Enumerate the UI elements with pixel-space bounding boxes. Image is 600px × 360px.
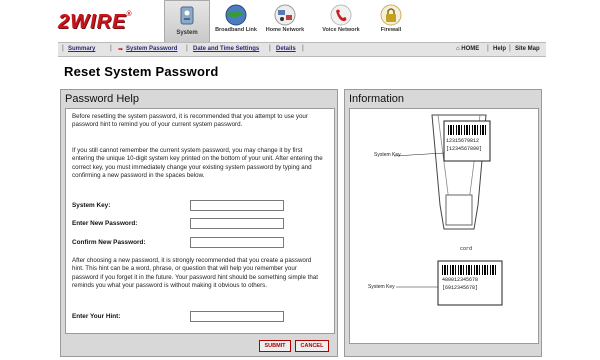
- system-icon: [180, 6, 194, 25]
- system-key-callout-top: System Key: [374, 152, 401, 158]
- tab-voice-network[interactable]: Voice Network: [318, 0, 364, 42]
- serial-top: 12315679812: [446, 138, 480, 144]
- tab-system-label: System: [176, 30, 198, 36]
- information-title: Information: [349, 93, 405, 105]
- logo-text: 2WIRE: [58, 11, 127, 33]
- subnav-separator: |: [110, 45, 112, 52]
- help-link[interactable]: Help: [493, 46, 506, 52]
- cancel-button[interactable]: CANCEL: [295, 340, 329, 352]
- subnav-separator: |: [487, 45, 489, 52]
- home-network-icon: [274, 4, 296, 26]
- system-key-bottom: [6912345678]: [442, 285, 479, 291]
- globe-icon: [225, 4, 247, 26]
- password-help-title: Password Help: [65, 93, 139, 105]
- tab-firewall[interactable]: Firewall: [368, 0, 414, 42]
- information-panel: Information 12315679812 [1234567890] Sys…: [344, 89, 542, 357]
- tab-firewall-label: Firewall: [380, 27, 402, 33]
- subnav-separator: |: [269, 45, 271, 52]
- tab-home-network-label: Home Network: [265, 27, 305, 33]
- subnav-date-time-settings[interactable]: Date and Time Settings: [193, 46, 259, 52]
- lock-icon: [380, 4, 402, 26]
- hint-label: Enter Your Hint:: [72, 313, 121, 320]
- password-help-panel: Password Help Before resetting the syste…: [60, 89, 338, 357]
- home-link[interactable]: ⌂ HOME: [456, 46, 479, 52]
- subnav-separator: |: [509, 45, 511, 52]
- phone-icon: [330, 4, 352, 26]
- new-password-input[interactable]: [190, 218, 284, 229]
- cord-label: cord: [460, 246, 473, 252]
- subnav-details[interactable]: Details: [276, 46, 296, 52]
- tab-home-network[interactable]: Home Network: [262, 0, 308, 42]
- tab-system[interactable]: System: [164, 0, 210, 42]
- subnav-system-password[interactable]: System Password: [126, 46, 177, 52]
- system-key-top: [1234567890]: [446, 146, 483, 152]
- barcode-bottom: [442, 265, 498, 275]
- top-header: 2WIRE® System Broadband Link Home Networ…: [0, 0, 600, 42]
- confirm-password-label: Confirm New Password:: [72, 239, 146, 246]
- registered-mark: ®: [126, 11, 133, 18]
- barcode-top: [448, 125, 486, 135]
- new-password-label: Enter New Password:: [72, 220, 138, 227]
- home-icon: ⌂: [456, 46, 460, 52]
- instructions-text: If you still cannot remember the current…: [72, 147, 323, 179]
- device-bottom-diagram: [393, 114, 503, 306]
- active-arrow-icon: ➡: [118, 47, 124, 53]
- subnav-separator: |: [302, 45, 304, 52]
- password-help-content: Before resetting the system password, it…: [65, 108, 335, 334]
- page-title: Reset System Password: [64, 64, 219, 79]
- subnav-separator: |: [186, 45, 188, 52]
- confirm-password-input[interactable]: [190, 237, 284, 248]
- brand-logo[interactable]: 2WIRE®: [58, 11, 133, 34]
- system-key-input[interactable]: [190, 200, 284, 211]
- site-map-link[interactable]: Site Map: [515, 46, 540, 52]
- home-link-label: HOME: [461, 46, 480, 52]
- tab-broadband-label: Broadband Link: [215, 27, 257, 33]
- information-content: 12315679812 [1234567890] System Key cord…: [349, 108, 539, 344]
- serial-bottom: 480012345678: [442, 277, 479, 283]
- hint-explanation-text: After choosing a new password, it is str…: [72, 257, 318, 289]
- system-key-label: System Key:: [72, 202, 111, 209]
- tab-voice-network-label: Voice Network: [322, 27, 360, 33]
- submit-button[interactable]: SUBMIT: [259, 340, 291, 352]
- subnav-separator: |: [62, 45, 64, 52]
- tab-broadband-link[interactable]: Broadband Link: [213, 0, 259, 42]
- hint-input[interactable]: [190, 311, 284, 322]
- intro-text: Before resetting the system password, it…: [72, 113, 308, 129]
- subnav-summary[interactable]: Summary: [68, 46, 95, 52]
- system-key-callout-bottom: System Key: [368, 284, 395, 290]
- sub-navigation: | Summary | ➡ System Password | Date and…: [58, 42, 546, 57]
